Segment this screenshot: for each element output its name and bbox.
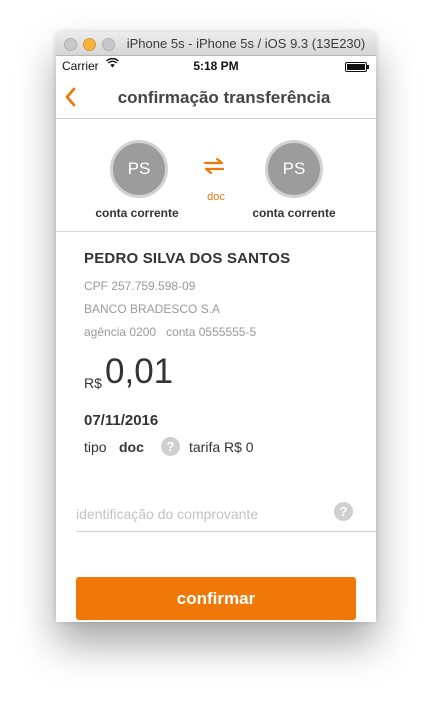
zoom-window-button[interactable]: [102, 38, 115, 51]
close-window-button[interactable]: [64, 38, 77, 51]
type-label: tipo: [84, 439, 107, 455]
status-bar: Carrier 5:18 PM: [56, 56, 376, 76]
navigation-bar: confirmação transferência: [56, 76, 376, 119]
window-titlebar: iPhone 5s - iPhone 5s / iOS 9.3 (13E230): [56, 32, 376, 56]
transfer-details: PEDRO SILVA DOS SANTOS CPF 257.759.598-0…: [56, 232, 376, 482]
from-account-label: conta corrente: [95, 206, 179, 220]
recipient-cpf: CPF 257.759.598-09: [84, 279, 196, 293]
window-title: iPhone 5s - iPhone 5s / iOS 9.3 (13E230): [126, 36, 366, 51]
confirm-button[interactable]: confirmar: [76, 577, 356, 620]
question-icon[interactable]: ?: [334, 502, 353, 521]
receipt-id-input[interactable]: [76, 499, 326, 529]
from-account-avatar: PS: [110, 140, 168, 198]
transfer-type-label: doc: [207, 191, 225, 203]
page-title: confirmação transferência: [117, 88, 331, 107]
fee-label: tarifa R$ 0: [189, 439, 254, 455]
to-account-avatar: PS: [265, 140, 323, 198]
recipient-agency-account: agência 0200 conta 0555555-5: [84, 325, 257, 339]
receipt-id-field: ?: [76, 499, 376, 532]
minimize-window-button[interactable]: [83, 38, 96, 51]
recipient-bank: BANCO BRADESCO S.A: [84, 302, 221, 316]
accounts-section: PS doc PS conta corrente conta corrente: [56, 119, 376, 232]
simulator-window: iPhone 5s - iPhone 5s / iOS 9.3 (13E230)…: [56, 32, 376, 622]
recipient-name: PEDRO SILVA DOS SANTOS: [84, 250, 291, 267]
battery-icon: [345, 62, 369, 72]
transfer-amount: 0,01: [105, 352, 174, 391]
currency-symbol: R$: [84, 375, 102, 391]
question-icon[interactable]: ?: [161, 437, 180, 456]
type-value: doc: [119, 439, 144, 455]
swap-arrows-icon: [202, 156, 226, 176]
to-account-label: conta corrente: [252, 206, 336, 220]
status-time: 5:18 PM: [193, 59, 239, 73]
transfer-date: 07/11/2016: [84, 412, 159, 429]
